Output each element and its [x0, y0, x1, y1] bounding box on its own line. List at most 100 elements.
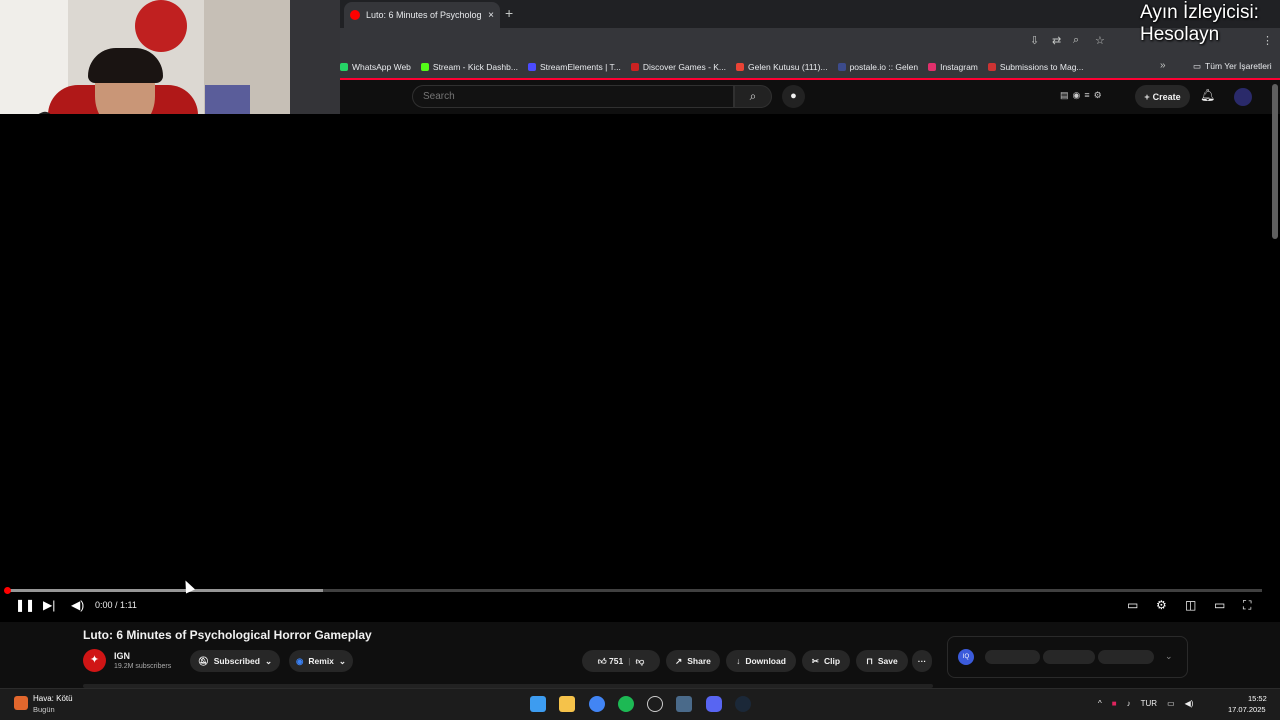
- plus-icon: +: [1144, 91, 1150, 102]
- language-indicator[interactable]: TUR: [1141, 699, 1157, 708]
- remix-label: Remix: [308, 656, 334, 666]
- save-button[interactable]: ⊓ Save: [856, 650, 908, 672]
- browser-tab-active[interactable]: Luto: 6 Minutes of Psychologic... ×: [344, 2, 500, 28]
- more-actions-button[interactable]: ···: [912, 650, 932, 672]
- zoom-icon[interactable]: ⌕: [1073, 34, 1079, 47]
- share-button[interactable]: ↗ Share: [666, 650, 720, 672]
- progress-scrubber[interactable]: [4, 587, 11, 594]
- search-button[interactable]: ⌕: [734, 85, 772, 108]
- address-bar-row: [340, 28, 1280, 56]
- network-icon[interactable]: ▭: [1167, 699, 1175, 708]
- create-label: Create: [1152, 91, 1181, 102]
- chevron-up-icon[interactable]: ^: [1098, 699, 1102, 708]
- miniplayer-icon[interactable]: ◫: [1185, 598, 1196, 612]
- page-scrollbar[interactable]: [1272, 84, 1278, 239]
- next-video-icon[interactable]: ▶|: [43, 598, 55, 612]
- stream-overlay-text: Ayın İzleyicisi: Hesolayn: [1140, 2, 1280, 46]
- bookmark-favicon-icon: [340, 63, 348, 71]
- download-label: Download: [745, 656, 786, 666]
- save-label: Save: [877, 656, 898, 666]
- bookmark-item[interactable]: WhatsApp Web: [340, 62, 411, 72]
- clip-button[interactable]: ✂ Clip: [802, 650, 850, 672]
- microphone-icon[interactable]: ♪: [1127, 699, 1131, 708]
- overlay-line-1: Ayın İzleyicisi:: [1140, 2, 1259, 23]
- clock-date[interactable]: 17.07.2025: [1228, 705, 1266, 714]
- steam-icon[interactable]: [735, 696, 751, 712]
- bookmark-label: Gelen Kutusu (111)...: [748, 62, 828, 72]
- bookmark-item[interactable]: StreamElements | T...: [527, 62, 621, 72]
- file-explorer-icon[interactable]: [559, 696, 575, 712]
- bookmark-favicon-icon: [837, 63, 846, 71]
- app-icon[interactable]: [676, 696, 692, 712]
- iq-logo[interactable]: IQ: [958, 649, 974, 665]
- volume-icon[interactable]: ◀): [1185, 699, 1194, 708]
- install-app-icon[interactable]: ⇩: [1030, 34, 1039, 47]
- account-avatar[interactable]: [1234, 88, 1252, 106]
- youtube-favicon-icon: [350, 10, 360, 20]
- chevron-down-icon[interactable]: ⌄: [1165, 651, 1173, 662]
- discord-icon[interactable]: [706, 696, 722, 712]
- microphone-icon: ●: [790, 90, 797, 102]
- bookmark-item[interactable]: Stream - Kick Dashb...: [420, 62, 518, 72]
- tray-app-icon[interactable]: ■: [1112, 699, 1117, 708]
- bookmark-favicon-icon: [630, 63, 639, 71]
- subscriber-count: 19.2M subscribers: [114, 663, 172, 670]
- spotify-icon[interactable]: [618, 696, 634, 712]
- time-display: 0:00 / 1:11: [95, 600, 137, 610]
- channel-avatar[interactable]: ✦: [83, 649, 106, 672]
- more-icon: ···: [917, 656, 927, 666]
- create-button[interactable]: + Create: [1135, 85, 1190, 108]
- channel-name[interactable]: IGN: [114, 651, 130, 661]
- like-count: 751: [609, 655, 624, 666]
- pause-icon[interactable]: ❚❚: [15, 598, 35, 612]
- bookmark-item[interactable]: Gelen Kutusu (111)...: [736, 62, 828, 72]
- chrome-icon[interactable]: [589, 696, 605, 712]
- bookmark-item[interactable]: Discover Games - K...: [630, 62, 726, 72]
- remix-icon: ◉: [295, 655, 304, 666]
- theater-mode-icon[interactable]: ▭: [1214, 598, 1225, 612]
- windows-taskbar: [0, 688, 1280, 720]
- bookmark-label: Instagram: [940, 62, 978, 72]
- start-menu-icon[interactable]: [530, 696, 546, 712]
- dislike-button[interactable]: 👎︎: [636, 656, 645, 667]
- like-button[interactable]: 👍︎ 751: [598, 656, 623, 667]
- download-icon: ↓: [736, 656, 741, 666]
- download-button[interactable]: ↓ Download: [726, 650, 796, 672]
- extension-icons[interactable]: ▤◉≡⚙: [1060, 90, 1106, 101]
- clip-label: Clip: [824, 656, 841, 666]
- browser-tab-title: Luto: 6 Minutes of Psychologic...: [366, 10, 482, 20]
- subscribed-button[interactable]: 🔕︎ Subscribed ⌄: [190, 650, 280, 672]
- bookmark-favicon-icon: [420, 63, 429, 71]
- scissors-icon: ✂: [811, 655, 820, 666]
- fullscreen-icon[interactable]: ⛶: [1243, 598, 1251, 613]
- new-tab-button[interactable]: +: [505, 5, 513, 21]
- weather-title[interactable]: Hava: Kötü: [33, 694, 73, 703]
- translate-icon[interactable]: ⇄: [1052, 34, 1061, 47]
- search-input[interactable]: [412, 85, 734, 108]
- bookmark-item[interactable]: Submissions to Mag...: [987, 62, 1084, 72]
- chevron-down-icon: ⌄: [264, 655, 273, 666]
- clock-time[interactable]: 15:52: [1248, 694, 1267, 703]
- obs-icon[interactable]: [647, 696, 663, 712]
- bookmark-star-icon[interactable]: ☆: [1095, 34, 1105, 47]
- share-icon: ↗: [675, 655, 683, 666]
- bookmarks-overflow-button[interactable]: »: [1160, 60, 1166, 71]
- share-label: Share: [687, 656, 711, 666]
- weather-icon[interactable]: [14, 696, 28, 710]
- subtitles-icon[interactable]: ▭: [1127, 598, 1138, 612]
- bookmark-item[interactable]: Instagram: [928, 62, 978, 72]
- settings-gear-icon[interactable]: ⚙: [1156, 598, 1167, 612]
- tab-close-icon[interactable]: ×: [488, 10, 494, 21]
- all-bookmarks-button[interactable]: ▭ Tüm Yer İşaretleri: [1193, 61, 1272, 72]
- volume-icon[interactable]: ◀): [71, 598, 84, 612]
- bookmark-favicon-icon: [928, 63, 937, 71]
- video-player[interactable]: [0, 114, 1280, 622]
- bookmark-label: StreamElements | T...: [539, 62, 621, 72]
- voice-search-button[interactable]: ●: [782, 85, 805, 108]
- bookmarks-bar: WhatsApp Web Stream - Kick Dashb... Stre…: [340, 56, 1280, 78]
- all-bookmarks-label: Tüm Yer İşaretleri: [1205, 61, 1272, 71]
- remix-button[interactable]: ◉ Remix ⌄: [289, 650, 353, 672]
- divider: |: [628, 656, 631, 666]
- notifications-bell-icon[interactable]: 🔔︎: [1200, 88, 1215, 102]
- bookmark-item[interactable]: postale.io :: Gelen: [837, 62, 918, 72]
